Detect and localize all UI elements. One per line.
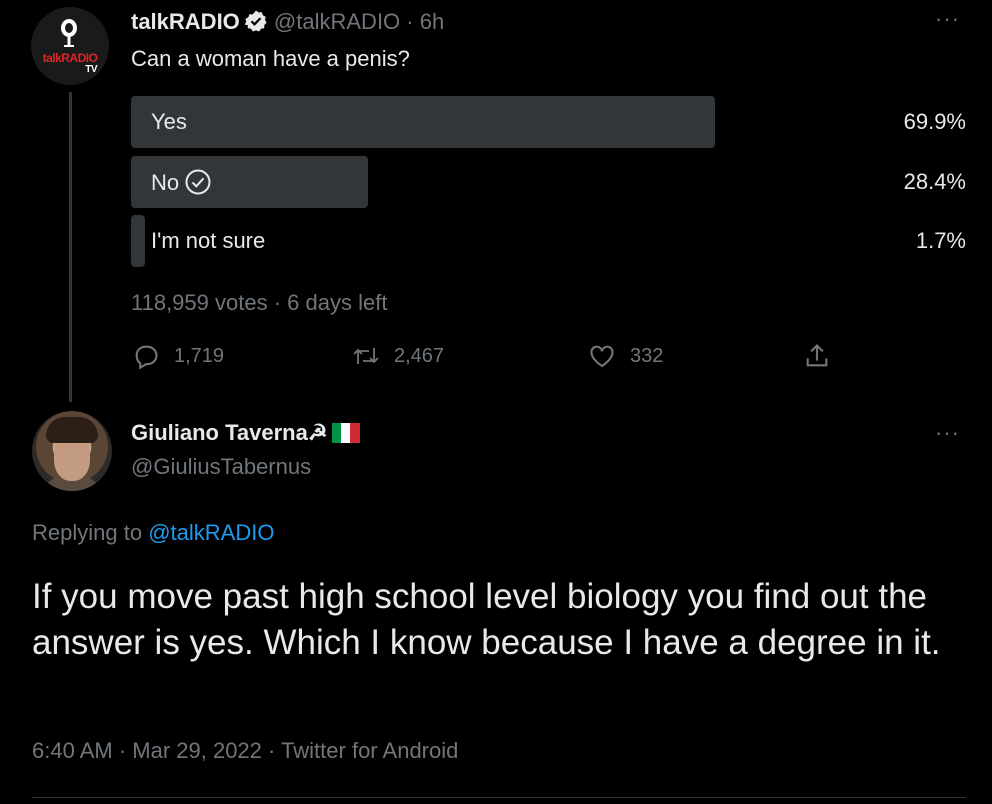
more-options-icon[interactable]: ··· [935,6,960,32]
poll-option-label: I'm not sure [151,228,266,253]
reply-author-handle[interactable]: @GiuliusTabernus [131,454,311,480]
poll-votes: 118,959 votes [131,290,268,315]
poll-option-percent: 1.7% [915,228,966,253]
poll-bar [131,96,715,148]
divider [32,797,966,798]
avatar-brand: talkRADIO TV [42,51,98,75]
like-count: 332 [630,344,664,367]
reply-author-name[interactable]: Giuliano Taverna☭ [131,420,360,446]
author-name[interactable]: talkRADIO [131,9,240,34]
poll-bar [131,215,145,267]
poll-option-not-sure: I'm not sure 1.7% [131,215,966,267]
reply-button[interactable]: 1,719 [132,342,224,370]
replying-to: Replying to @talkRADIO [32,520,275,545]
reply-text: If you move past high school level biolo… [32,577,941,662]
reply-more-options-icon[interactable]: ··· [935,420,960,446]
microphone-icon [61,19,77,47]
voted-check-icon [185,169,211,195]
poll-option-percent: 69.9% [903,109,966,134]
verified-badge-icon [244,10,267,32]
reply-icon [135,345,158,370]
share-button[interactable] [803,342,831,370]
poll-option-percent: 28.4% [903,169,966,194]
poll-time-left: · 6 days left [273,290,388,315]
avatar-hair [46,417,98,443]
poll-option-label: Yes [151,109,187,134]
tweet-time[interactable]: · 6h [406,9,444,34]
like-button[interactable]: 332 [588,342,663,370]
talkradio-avatar[interactable]: talkRADIO TV [31,7,109,85]
poll-option-no: No 28.4% [131,156,966,208]
poll-meta: 118,959 votes · 6 days left [131,290,387,316]
like-icon [590,345,614,368]
tweet-header: talkRADIO @talkRADIO · 6h [131,9,444,35]
replying-to-link[interactable]: @talkRADIO [148,520,274,545]
giuliano-avatar[interactable] [32,411,112,491]
retweet-button[interactable]: 2,467 [352,342,444,370]
poll-option-label: No [151,169,211,196]
reply-timestamp[interactable]: 6:40 AM · Mar 29, 2022 · Twitter for And… [32,738,458,764]
thread-line [69,92,72,402]
italy-flag-icon [331,423,360,443]
retweet-count: 2,467 [394,344,445,367]
tweet-text: Can a woman have a penis? [131,46,410,71]
poll-option-yes: Yes 69.9% [131,96,966,148]
reply-count: 1,719 [174,344,225,367]
author-handle[interactable]: @talkRADIO [274,9,400,34]
retweet-icon [353,348,379,364]
share-icon [806,344,828,367]
